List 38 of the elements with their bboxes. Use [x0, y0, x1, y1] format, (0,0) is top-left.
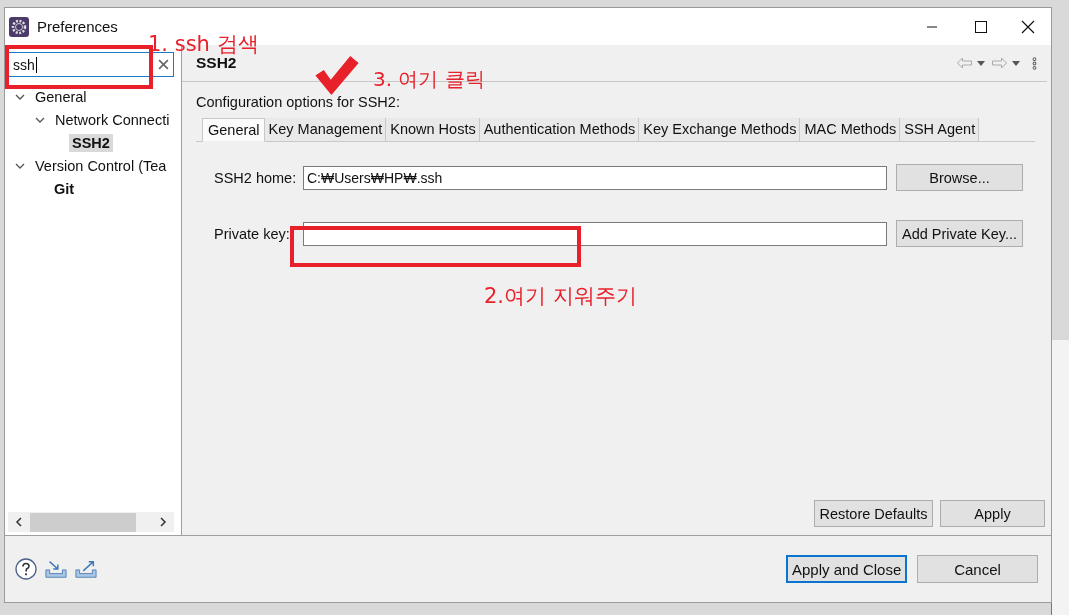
tree-item[interactable]: Version Control (Tea: [32, 156, 170, 175]
tab[interactable]: SSH Agent: [900, 118, 980, 141]
search-field[interactable]: ssh: [8, 52, 174, 77]
tab[interactable]: Key Exchange Methods: [639, 118, 801, 141]
tab[interactable]: Known Hosts: [386, 118, 480, 141]
page-button[interactable]: Apply: [940, 500, 1045, 527]
tree-item[interactable]: General: [32, 87, 90, 106]
window-title: Preferences: [37, 18, 118, 35]
export-icon[interactable]: [75, 558, 97, 580]
tree-item[interactable]: Network Connecti: [52, 110, 173, 129]
tab[interactable]: MAC Methods: [800, 118, 901, 141]
more-icon[interactable]: [1032, 56, 1037, 70]
tab[interactable]: Authentication Methods: [479, 118, 640, 141]
annotation-text: 3. 여기 클릭: [373, 66, 485, 93]
dropdown-icon[interactable]: [977, 60, 985, 66]
input-field[interactable]: C:₩Users₩HP₩.ssh: [303, 165, 887, 190]
check-mark-icon: [315, 56, 359, 95]
dialog-button[interactable]: Cancel: [917, 555, 1038, 583]
page-button[interactable]: Restore Defaults: [814, 500, 933, 527]
field-button[interactable]: Add Private Key...: [896, 220, 1023, 247]
input-field[interactable]: [303, 221, 887, 246]
tab[interactable]: Key Management: [264, 118, 387, 141]
page-title: SSH2: [196, 54, 237, 72]
tab[interactable]: General: [202, 118, 265, 142]
horizontal-scrollbar[interactable]: [8, 512, 174, 532]
tree-item[interactable]: Git: [51, 179, 78, 198]
field-button[interactable]: Browse...: [896, 164, 1023, 191]
dialog-button[interactable]: Apply and Close: [786, 555, 907, 583]
field-label: Private key:: [214, 225, 291, 242]
help-icon[interactable]: [15, 558, 37, 580]
tree-item[interactable]: SSH2: [69, 133, 113, 152]
clear-icon[interactable]: [158, 59, 169, 70]
import-icon[interactable]: [45, 558, 67, 580]
dropdown-icon[interactable]: [1012, 60, 1020, 66]
gear-icon: [9, 16, 29, 37]
field-label: SSH2 home:: [214, 169, 298, 186]
annotation-text: 2.여기 지워주기: [484, 283, 637, 310]
description-text: Configuration options for SSH2:: [196, 94, 401, 110]
